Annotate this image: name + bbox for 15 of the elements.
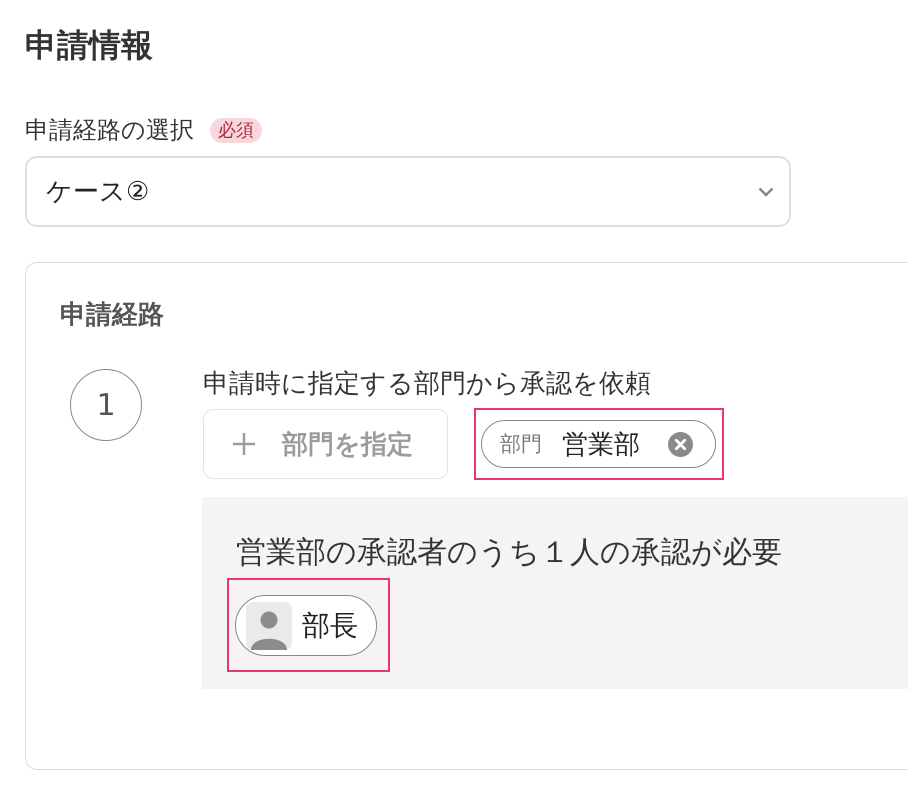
- card-title: 申請経路: [60, 299, 164, 332]
- plus-icon: [232, 432, 256, 456]
- chevron-down-icon: [758, 186, 774, 196]
- route-select[interactable]: ケース②: [25, 156, 791, 227]
- approver-name: 部長: [302, 608, 358, 644]
- avatar-icon: [246, 602, 292, 650]
- approval-requirement: 営業部の承認者のうち１人の承認が必要: [236, 535, 782, 571]
- close-icon[interactable]: [668, 432, 693, 456]
- field-label: 申請経路の選択: [25, 115, 194, 146]
- step-description: 申請時に指定する部門から承認を依頼: [203, 369, 651, 399]
- step-number: 1: [70, 369, 142, 441]
- page-title: 申請情報: [25, 25, 153, 65]
- chip-label: 部門: [500, 431, 542, 458]
- required-badge: 必須: [210, 118, 262, 142]
- department-name: 営業部: [562, 428, 640, 462]
